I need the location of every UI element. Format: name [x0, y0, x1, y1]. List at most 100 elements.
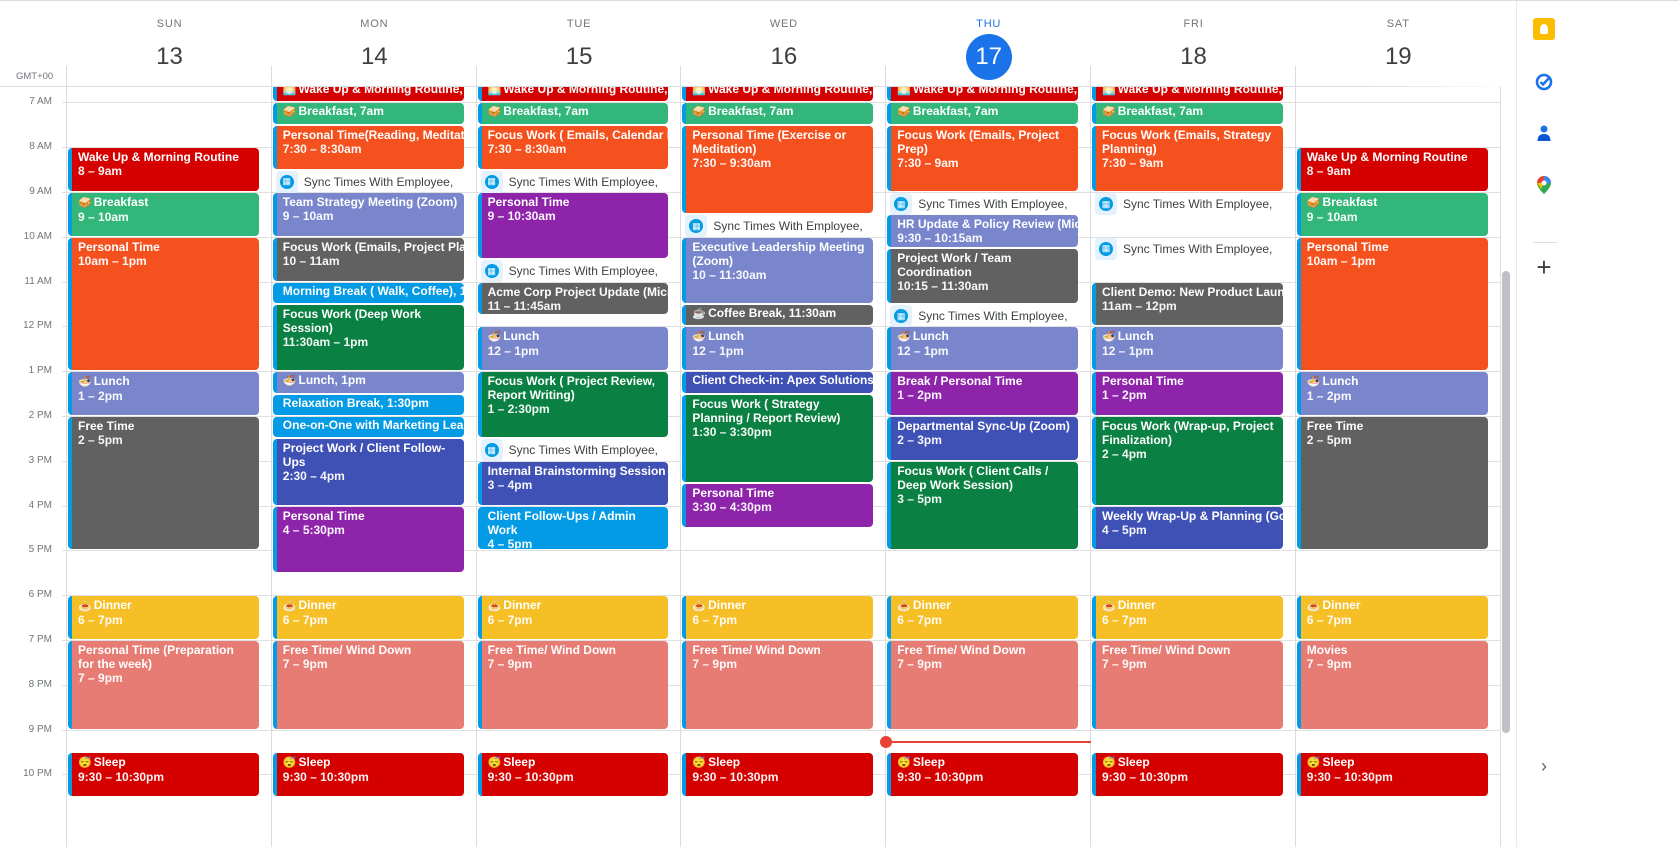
keep-icon[interactable] [1533, 18, 1555, 40]
time-grid[interactable]: 7 AM 8 AM 9 AM 10 AM 11 AM 12 PM 1 PM 2 PM 3 PM 4… [0, 87, 1510, 847]
task-item[interactable]: ▦ Sync Times With Employee, 9am [1095, 193, 1276, 215]
calendar-event[interactable]: 🥪 Breakfast 9 – 10am [1296, 193, 1488, 236]
calendar-event[interactable]: Break / Personal Time 1 – 2pm [887, 372, 1078, 415]
calendar-event[interactable]: 🍜 Lunch, 1pm [272, 372, 464, 393]
task-item[interactable]: ▦ Sync Times With Employee, 10am [1095, 237, 1276, 260]
calendar-event[interactable]: 🍜 Lunch 12 – 1pm [1092, 327, 1283, 371]
calendar-event[interactable]: Focus Work ( Emails, Calendar Review)7:3… [477, 125, 669, 169]
tasks-icon[interactable] [1533, 70, 1555, 92]
calendar-event[interactable]: Free Time 2 – 5pm [1296, 417, 1488, 550]
calendar-event[interactable]: Client Demo: New Product Launch (Zoom)11… [1092, 282, 1283, 326]
calendar-event[interactable]: Team Strategy Meeting (Zoom) 9 – 10am [272, 193, 464, 236]
calendar-event[interactable]: 😴 Sleep 9:30 – 10:30pm [477, 753, 669, 796]
calendar-event[interactable]: Focus Work (Deep Work Session) 11:30am – … [272, 305, 464, 371]
calendar-event[interactable]: Executive Leadership Meeting (Zoom) 10 – … [682, 237, 874, 303]
calendar-event[interactable]: Focus Work ( Client Calls / Deep Work Se… [887, 461, 1078, 550]
calendar-event[interactable]: Personal Time (Preparation for the week)… [68, 641, 259, 729]
calendar-event[interactable]: 😴 Sleep 9:30 – 10:30pm [1092, 753, 1283, 796]
calendar-event[interactable]: 🍝 Dinner 6 – 7pm [68, 596, 259, 639]
day-number[interactable]: 19 [1375, 34, 1421, 80]
calendar-event[interactable]: Internal Brainstorming Session (Zoom)3 –… [477, 461, 669, 505]
expand-panel-button[interactable]: › [1533, 755, 1555, 777]
calendar-event[interactable]: 😴 Sleep 9:30 – 10:30pm [272, 753, 464, 796]
calendar-event[interactable]: Free Time/ Wind Down 7 – 9pm [1092, 641, 1283, 729]
calendar-event[interactable]: Personal Time 3:30 – 4:30pm [682, 484, 874, 527]
calendar-event[interactable]: Client Check-in: Apex Solutions (Google … [682, 372, 874, 393]
day-number[interactable]: 13 [147, 34, 193, 80]
calendar-event[interactable]: Free Time/ Wind Down 7 – 9pm [272, 641, 464, 729]
day-number[interactable]: 17 [965, 34, 1012, 80]
calendar-event[interactable]: Relaxation Break, 1:30pm [272, 394, 464, 415]
task-item[interactable]: ▦ Sync Times With Employee, 9:30am [685, 215, 866, 238]
maps-icon[interactable] [1533, 174, 1555, 196]
calendar-event[interactable]: 🌅Wake Up & Morning Routine, 6:30am [477, 87, 669, 102]
calendar-event[interactable]: Personal Time 9 – 10:30am [477, 193, 669, 259]
calendar-event[interactable]: Focus Work (Emails, Strategy Planning) 7:… [1092, 125, 1283, 191]
day-number[interactable]: 16 [761, 34, 807, 80]
calendar-event[interactable]: 😴 Sleep 9:30 – 10:30pm [1296, 753, 1488, 796]
calendar-event[interactable]: 🍜 Lunch 12 – 1pm [477, 327, 669, 371]
calendar-event[interactable]: 🍝 Dinner 6 – 7pm [887, 596, 1078, 639]
calendar-event[interactable]: Departmental Sync-Up (Zoom) 2 – 3pm [887, 417, 1078, 460]
contacts-icon[interactable] [1533, 122, 1555, 144]
task-item[interactable]: ▦ Sync Times With Employee, 8:30am [480, 170, 661, 193]
day-header-sun[interactable]: SUN 13 [67, 1, 272, 87]
day-number[interactable]: 14 [351, 34, 397, 80]
calendar-event[interactable]: 🍝 Dinner 6 – 7pm [272, 596, 464, 639]
calendar-event[interactable]: Personal Time 4 – 5:30pm [272, 506, 464, 572]
calendar-event[interactable]: 🥪 Breakfast, 7am [887, 103, 1078, 124]
calendar-event[interactable]: 🌅Wake Up & Morning Routine, 6:30am [1092, 87, 1283, 102]
calendar-event[interactable]: 🥪 Breakfast, 7am [477, 103, 669, 124]
calendar-event[interactable]: 🍝 Dinner 6 – 7pm [682, 596, 874, 639]
calendar-event[interactable]: Wake Up & Morning Routine 8 – 9am [68, 148, 259, 191]
day-number[interactable]: 18 [1171, 34, 1217, 80]
calendar-event[interactable]: 🌅Wake Up & Morning Routine, 6:30am [887, 87, 1078, 102]
task-item[interactable]: ▦ Sync Times With Employee, 8:30am [275, 170, 457, 193]
calendar-event[interactable]: 🌅Wake Up & Morning Routine, 6:30am [682, 87, 874, 102]
add-addon-button[interactable]: + [1533, 252, 1555, 282]
day-header-fri[interactable]: FRI 18 [1091, 1, 1296, 87]
calendar-event[interactable]: Focus Work ( Strategy Planning / Report … [682, 394, 874, 483]
vertical-scrollbar[interactable] [1502, 271, 1510, 733]
calendar-event[interactable]: Personal Time 1 – 2pm [1092, 372, 1283, 415]
calendar-event[interactable]: HR Update & Policy Review (Microsoft Tea… [887, 215, 1078, 247]
calendar-event[interactable]: Focus Work ( Project Review, Report Writ… [477, 372, 669, 438]
calendar-event[interactable]: Acme Corp Project Update (Microsoft Team… [477, 282, 669, 315]
day-number[interactable]: 15 [556, 34, 602, 80]
calendar-event[interactable]: 😴 Sleep 9:30 – 10:30pm [68, 753, 259, 796]
calendar-event[interactable]: 🍜 Lunch 1 – 2pm [1296, 372, 1488, 415]
calendar-event[interactable]: Focus Work (Emails, Project Planning)10 … [272, 237, 464, 281]
calendar-event[interactable]: Project Work / Client Follow-Ups 2:30 – 4… [272, 439, 464, 505]
day-header-tue[interactable]: TUE 15 [477, 1, 682, 87]
calendar-event[interactable]: 🥪 Breakfast 9 – 10am [68, 193, 259, 236]
calendar-event[interactable]: Client Follow-Ups / Admin Work 4 – 5pm [477, 506, 669, 550]
calendar-event[interactable]: Free Time/ Wind Down 7 – 9pm [477, 641, 669, 729]
calendar-event[interactable]: Movies 7 – 9pm [1296, 641, 1488, 729]
calendar-event[interactable]: One-on-One with Marketing Lead (Google M… [272, 417, 464, 438]
calendar-event[interactable]: 😴 Sleep 9:30 – 10:30pm [887, 753, 1078, 796]
calendar-event[interactable]: 🌅Wake Up & Morning Routine, 6:30am [272, 87, 464, 102]
calendar-event[interactable]: Personal Time(Reading, Meditating, Exerc… [272, 125, 464, 169]
task-item[interactable]: ▦ Sync Times With Employee, 2:30pm [480, 439, 661, 462]
calendar-event[interactable]: Free Time/ Wind Down 7 – 9pm [887, 641, 1078, 729]
calendar-event[interactable]: 🍝 Dinner 6 – 7pm [477, 596, 669, 639]
calendar-event[interactable]: Focus Work (Emails, Project Prep) 7:30 – … [887, 125, 1078, 191]
day-header-sat[interactable]: SAT 19 [1296, 1, 1501, 87]
calendar-event[interactable]: 🍝 Dinner 6 – 7pm [1296, 596, 1488, 639]
calendar-event[interactable]: Project Work / Team Coordination 10:15 – … [887, 249, 1078, 303]
day-header-wed[interactable]: WED 16 [681, 1, 886, 87]
day-header-mon[interactable]: MON 14 [272, 1, 477, 87]
task-item[interactable]: ▦ Sync Times With Employee, 9am [890, 193, 1071, 215]
task-item[interactable]: ▦ Sync Times With Employee, 10:30am [480, 260, 661, 283]
calendar-event[interactable]: 🍜 Lunch 12 – 1pm [682, 327, 874, 371]
calendar-event[interactable]: 😴 Sleep 9:30 – 10:30pm [682, 753, 874, 796]
calendar-event[interactable]: Personal Time 10am – 1pm [1296, 237, 1488, 371]
calendar-event[interactable]: 🥪 Breakfast, 7am [682, 103, 874, 124]
calendar-event[interactable]: Personal Time (Exercise or Meditation) 7:… [682, 125, 874, 214]
calendar-event[interactable]: Wake Up & Morning Routine 8 – 9am [1296, 148, 1488, 191]
calendar-event[interactable]: Personal Time 10am – 1pm [68, 237, 259, 371]
calendar-event[interactable]: Focus Work (Wrap-up, Project Finalizatio… [1092, 417, 1283, 505]
calendar-event[interactable]: 🍜 Lunch 1 – 2pm [68, 372, 259, 415]
task-item[interactable]: ▦ Sync Times With Employee, 11:30am [890, 305, 1071, 327]
calendar-event[interactable]: ☕ Coffee Break, 11:30am [682, 305, 874, 326]
